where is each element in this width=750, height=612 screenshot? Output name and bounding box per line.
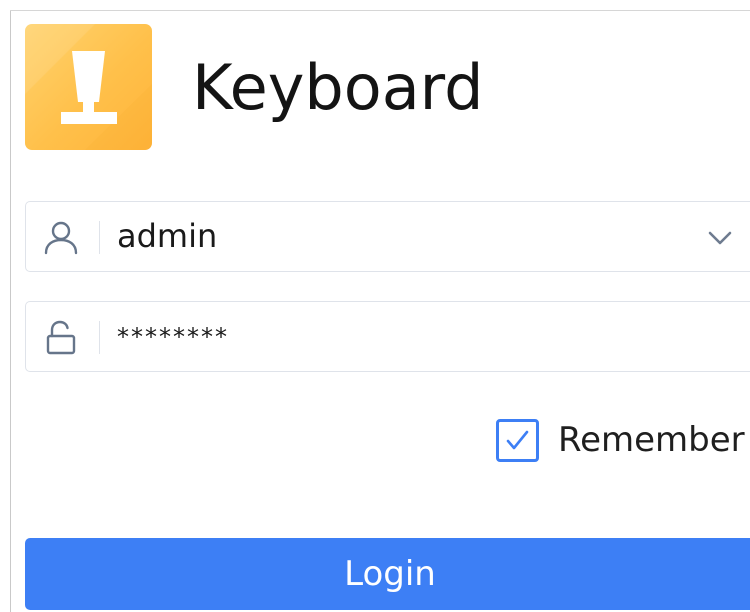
password-field[interactable]: ******** bbox=[25, 301, 750, 372]
field-divider bbox=[99, 321, 100, 354]
window-border-left bbox=[10, 10, 11, 612]
checkmark-icon bbox=[506, 430, 529, 450]
login-button-label: Login bbox=[344, 554, 436, 594]
unlock-icon bbox=[46, 320, 76, 355]
login-button[interactable]: Login bbox=[25, 538, 750, 610]
window-border-top bbox=[10, 10, 750, 11]
username-input[interactable]: admin bbox=[117, 202, 217, 271]
password-input[interactable]: ******** bbox=[117, 302, 229, 371]
app-title: Keyboard bbox=[192, 51, 484, 124]
user-icon bbox=[44, 221, 78, 255]
remember-label: Remember bbox=[558, 420, 745, 460]
field-divider bbox=[99, 221, 100, 254]
app-logo bbox=[25, 24, 152, 150]
remember-checkbox[interactable] bbox=[496, 419, 539, 462]
chevron-down-icon[interactable] bbox=[706, 225, 734, 249]
username-field[interactable]: admin bbox=[25, 201, 750, 272]
keycap-icon bbox=[25, 24, 152, 150]
